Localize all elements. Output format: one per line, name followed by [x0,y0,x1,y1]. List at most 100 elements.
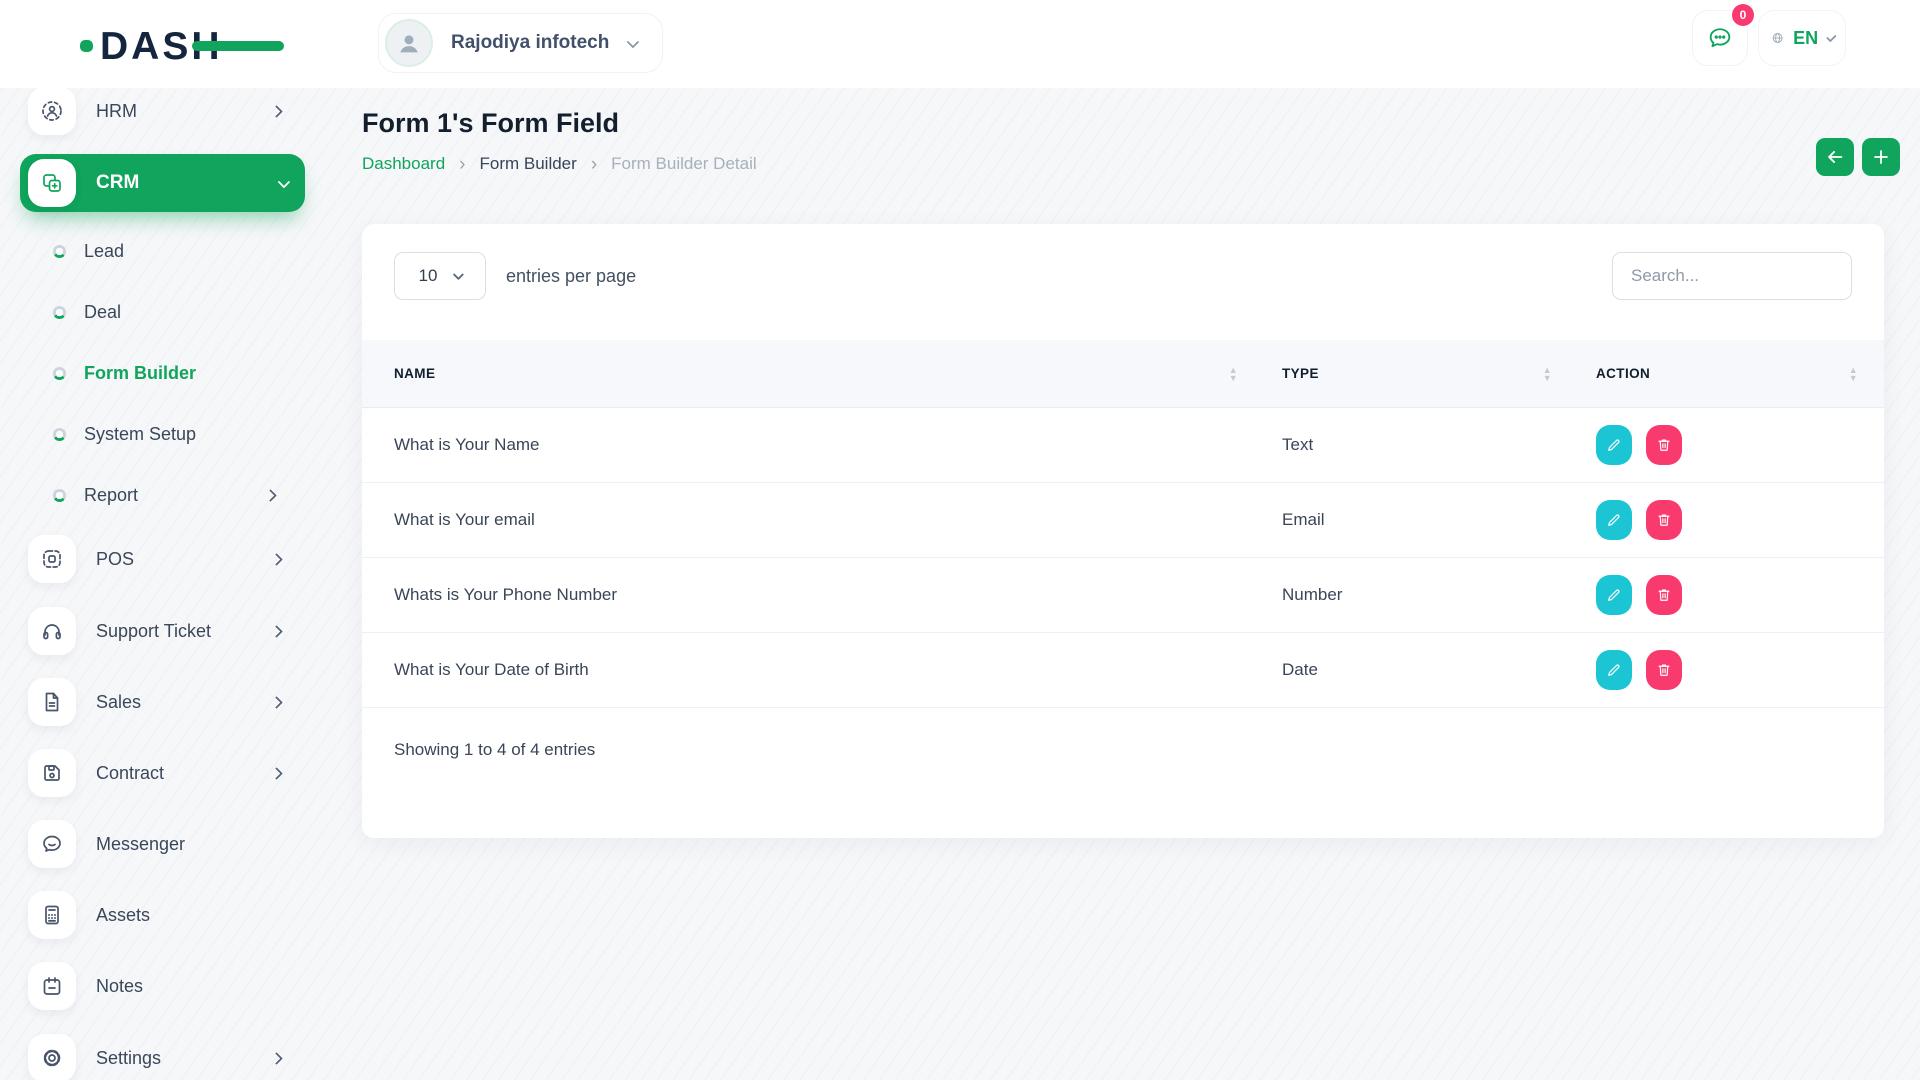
table-row: What is Your Name Text [362,408,1884,483]
pencil-icon [1605,511,1623,529]
sidebar-item-notes[interactable]: Notes [20,958,305,1014]
calculator-icon [28,891,76,939]
sidebar-item-pos[interactable]: POS [20,531,305,587]
plus-icon [1870,146,1892,168]
calendar-icon [28,962,76,1010]
field-name-cell: What is Your Name [362,435,1250,455]
delete-button[interactable] [1646,425,1682,465]
delete-button[interactable] [1646,500,1682,540]
sidebar-item-report[interactable]: Report [20,473,305,517]
chevron-right-icon [270,625,283,638]
back-button[interactable] [1816,138,1854,176]
entries-per-page-value: 10 [419,266,438,286]
field-type-cell: Number [1250,585,1564,605]
sidebar: HRM CRM Lead Deal Form Builder System Se… [0,88,330,1080]
search-input[interactable] [1612,252,1852,300]
messenger-icon [28,820,76,868]
sidebar-item-lead[interactable]: Lead [20,229,305,273]
logo-dot-icon [80,40,93,52]
column-label: TYPE [1282,366,1319,381]
action-cell [1564,650,1884,690]
bullet-icon [53,245,66,258]
chevron-right-icon [270,553,283,566]
trash-icon [1655,586,1673,604]
entries-per-page-label: entries per page [506,266,636,287]
table-header-row: NAME ▲▼ TYPE ▲▼ ACTION ▲▼ [362,340,1884,408]
chevron-right-icon [270,767,283,780]
chevron-right-icon [270,696,283,709]
sidebar-item-deal[interactable]: Deal [20,290,305,334]
sidebar-item-label: Report [84,485,138,506]
field-type-cell: Date [1250,660,1564,680]
sidebar-item-sales[interactable]: Sales [20,674,305,730]
delete-button[interactable] [1646,650,1682,690]
entries-per-page-select[interactable]: 10 [394,252,486,300]
sidebar-item-label: Support Ticket [96,621,211,642]
edit-button[interactable] [1596,650,1632,690]
breadcrumb-dashboard-link[interactable]: Dashboard [362,154,445,174]
crm-icon [28,159,76,207]
breadcrumb-form-builder-link[interactable]: Form Builder [480,154,577,174]
sidebar-item-label: Messenger [96,834,185,855]
company-selector[interactable]: Rajodiya infotech [378,13,663,73]
form-fields-table: NAME ▲▼ TYPE ▲▼ ACTION ▲▼ What is Your N… [362,340,1884,708]
floppy-disk-icon [28,749,76,797]
sidebar-item-label: Lead [84,241,124,262]
field-type-cell: Text [1250,435,1564,455]
arrow-left-icon [1824,146,1846,168]
messages-button[interactable]: 0 [1692,10,1748,66]
sidebar-item-system-setup[interactable]: System Setup [20,412,305,456]
app-logo: DASH [80,24,223,68]
action-cell [1564,575,1884,615]
column-header-name[interactable]: NAME ▲▼ [362,340,1250,407]
sort-icon: ▲▼ [1229,366,1238,382]
table-row: What is Your email Email [362,483,1884,558]
sort-icon: ▲▼ [1849,366,1858,382]
trash-icon [1655,511,1673,529]
chevron-right-icon [270,105,283,118]
sidebar-item-assets[interactable]: Assets [20,887,305,943]
sidebar-item-label: Sales [96,692,141,713]
sidebar-item-label: Form Builder [84,363,196,384]
sidebar-item-support-ticket[interactable]: Support Ticket [20,603,305,659]
entries-summary: Showing 1 to 4 of 4 entries [394,740,595,760]
column-header-action[interactable]: ACTION ▲▼ [1564,340,1884,407]
edit-button[interactable] [1596,425,1632,465]
table-row: What is Your Date of Birth Date [362,633,1884,708]
bullet-icon [53,428,66,441]
breadcrumb-current: Form Builder Detail [611,154,757,174]
edit-button[interactable] [1596,575,1632,615]
sidebar-item-messenger[interactable]: Messenger [20,816,305,872]
add-form-field-button[interactable] [1862,138,1900,176]
chevron-down-icon [1826,31,1836,41]
chevron-right-icon [270,1052,283,1065]
sidebar-item-form-builder[interactable]: Form Builder [20,351,305,395]
main-content: Form 1's Form Field Dashboard › Form Bui… [330,88,1920,1080]
sidebar-item-crm[interactable]: CRM [20,154,305,212]
logo-bar-icon [192,41,284,51]
language-selector[interactable]: EN [1758,10,1846,66]
chevron-down-icon [278,175,291,188]
bullet-icon [53,306,66,319]
sidebar-item-label: CRM [96,172,139,194]
sort-icon: ▲▼ [1543,366,1552,382]
notification-badge: 0 [1732,4,1754,26]
trash-icon [1655,661,1673,679]
page-title: Form 1's Form Field [362,108,619,139]
sidebar-item-contract[interactable]: Contract [20,745,305,801]
sidebar-item-hrm[interactable]: HRM [20,88,305,139]
sidebar-item-label: Contract [96,763,164,784]
language-code: EN [1793,28,1818,49]
sidebar-item-label: Settings [96,1048,161,1069]
delete-button[interactable] [1646,575,1682,615]
sidebar-item-label: Assets [96,905,150,926]
bullet-icon [53,489,66,502]
column-header-type[interactable]: TYPE ▲▼ [1250,340,1564,407]
breadcrumb-separator-icon: › [591,155,597,174]
pencil-icon [1605,436,1623,454]
edit-button[interactable] [1596,500,1632,540]
sidebar-item-settings[interactable]: Settings [20,1030,305,1080]
chevron-down-icon [627,35,640,48]
action-cell [1564,425,1884,465]
sidebar-item-label: Notes [96,976,143,997]
